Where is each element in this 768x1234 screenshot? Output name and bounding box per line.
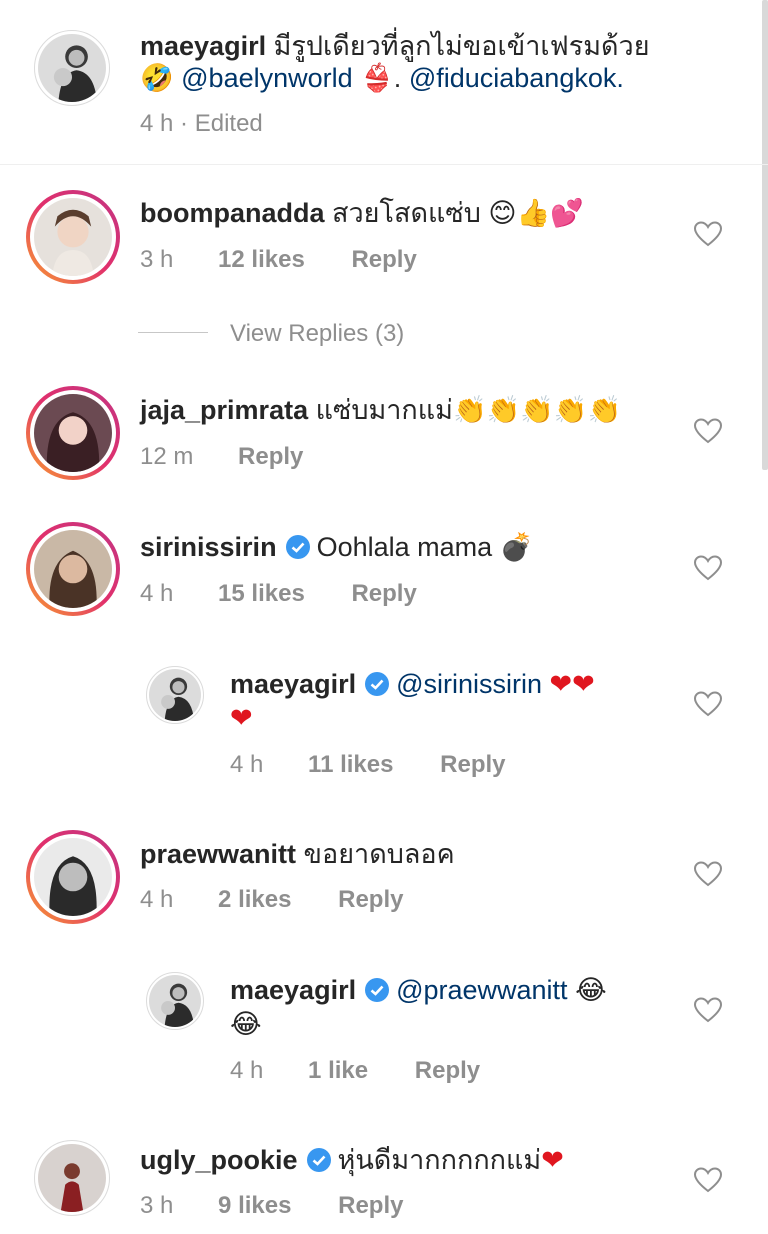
comment-time: 3 h — [140, 1192, 174, 1219]
comment-text: แซ่บมากแม่ — [315, 395, 453, 425]
mention-sirinissirin[interactable]: @sirinissirin — [396, 669, 542, 699]
avatar[interactable] — [34, 1140, 110, 1216]
comment-meta: 4 h 2 likes Reply — [140, 886, 403, 914]
mention-baelynworld[interactable]: @baelynworld — [181, 63, 353, 93]
avatar[interactable] — [146, 666, 204, 724]
comment-text-line: praewwanitt ขอยาดบลอค — [140, 836, 455, 872]
comment-text: หุ่นดีมากกกกกแม่ — [337, 1145, 542, 1175]
rofl-emoji: 🤣 — [140, 63, 174, 94]
heart-icon[interactable] — [693, 220, 723, 248]
comment-text: สวยโสดแซ่บ — [332, 198, 481, 228]
verified-badge-icon — [306, 1148, 331, 1172]
comment-username[interactable]: boompanadda — [140, 198, 325, 228]
heart-icon[interactable] — [693, 690, 723, 718]
comment-time: 3 h — [140, 246, 174, 273]
reply-text-line-2: 😂 — [230, 1006, 262, 1043]
verified-badge-icon — [285, 535, 310, 559]
comment-username[interactable]: maeyagirl — [230, 669, 356, 699]
avatar[interactable] — [26, 522, 120, 616]
reply-button[interactable]: Reply — [338, 886, 403, 913]
reply-button[interactable]: Reply — [351, 246, 416, 273]
reply-text-line: maeyagirl @praewwanitt 😂 — [230, 972, 607, 1009]
reply-button[interactable]: Reply — [238, 443, 303, 470]
caption-line-1: maeyagirl มีรูปเดียวที่ลูกไม่ขอเข้าเฟรมด… — [140, 28, 650, 64]
reply-button[interactable]: Reply — [351, 580, 416, 607]
heart-icon[interactable] — [693, 860, 723, 888]
comment-text-line: boompanadda สวยโสดแซ่บ 😊👍💕 — [140, 195, 584, 232]
caption-edited: Edited — [194, 110, 263, 137]
comment-meta: 4 h 11 likes Reply — [230, 751, 506, 779]
comment-meta: 12 m Reply — [140, 443, 303, 471]
comment-username[interactable]: jaja_primrata — [140, 395, 308, 425]
comment-meta: 4 h 1 like Reply — [230, 1057, 480, 1085]
likes-count[interactable]: 1 like — [308, 1057, 368, 1084]
comment-text: ขอยาดบลอค — [303, 839, 455, 869]
likes-count[interactable]: 12 likes — [218, 246, 305, 273]
reply-text-line-2: ❤ — [230, 700, 253, 737]
avatar[interactable] — [34, 30, 110, 106]
clap-emoji: 👏👏👏👏👏 — [452, 395, 622, 426]
laugh-emoji: 😂 — [575, 975, 607, 1006]
red-heart-emoji: ❤ — [230, 703, 253, 734]
avatar[interactable] — [26, 386, 120, 480]
heart-icon[interactable] — [693, 996, 723, 1024]
likes-count[interactable]: 11 likes — [308, 751, 393, 778]
likes-count[interactable]: 15 likes — [218, 580, 305, 607]
comment-text: Oohlala mama — [316, 532, 493, 562]
caption-text: มีรูปเดียวที่ลูกไม่ขอเข้าเฟรมด้วย — [273, 31, 650, 61]
likes-count[interactable]: 9 likes — [218, 1192, 291, 1219]
view-replies-button[interactable]: View Replies (3) — [230, 320, 404, 348]
heart-icon[interactable] — [693, 1166, 723, 1194]
caption-username[interactable]: maeyagirl — [140, 31, 266, 61]
caption-dot: · — [180, 110, 189, 137]
scrollbar[interactable] — [762, 0, 768, 470]
comment-meta: 3 h 12 likes Reply — [140, 246, 417, 274]
comment-time: 4 h — [230, 1057, 264, 1084]
bikini-emoji: 👙 — [360, 63, 394, 94]
view-replies-line — [138, 332, 208, 333]
red-heart-emoji: ❤❤ — [549, 669, 595, 700]
verified-badge-icon — [365, 672, 390, 696]
reply-button[interactable]: Reply — [440, 751, 505, 778]
verified-badge-icon — [365, 978, 390, 1002]
avatar[interactable] — [146, 972, 204, 1030]
caption-meta: 4 h · Edited — [140, 110, 263, 138]
caption-time: 4 h — [140, 110, 174, 137]
red-heart-emoji: ❤ — [541, 1145, 564, 1176]
mention-praewwanitt[interactable]: @praewwanitt — [396, 975, 567, 1005]
comment-username[interactable]: maeyagirl — [230, 975, 356, 1005]
reply-text-line: maeyagirl @sirinissirin ❤❤ — [230, 666, 595, 703]
comment-time: 4 h — [230, 751, 264, 778]
comment-text-line: jaja_primrata แซ่บมากแม่👏👏👏👏👏 — [140, 392, 621, 429]
likes-count[interactable]: 2 likes — [218, 886, 291, 913]
comment-text-line: sirinissirin Oohlala mama 💣 — [140, 529, 533, 566]
laugh-emoji: 😂 — [230, 1009, 262, 1040]
comment-time: 4 h — [140, 580, 174, 607]
comment-text-line: ugly_pookie หุ่นดีมากกกกกแม่❤ — [140, 1142, 564, 1179]
bomb-emoji: 💣 — [499, 532, 534, 563]
comment-username[interactable]: sirinissirin — [140, 532, 277, 562]
comment-time: 12 m — [140, 443, 194, 470]
caption-line-2: 🤣 @baelynworld 👙. @fiduciabangkok. — [140, 60, 624, 97]
comment-meta: 3 h 9 likes Reply — [140, 1192, 403, 1220]
comment-time: 4 h — [140, 886, 174, 913]
heart-icon[interactable] — [693, 554, 723, 582]
mention-fiduciabangkok[interactable]: @fiduciabangkok. — [409, 63, 624, 93]
avatar[interactable] — [26, 830, 120, 924]
avatar[interactable] — [26, 190, 120, 284]
heart-icon[interactable] — [693, 417, 723, 445]
reply-button[interactable]: Reply — [338, 1192, 403, 1219]
caption-separator: . — [393, 63, 402, 93]
comment-username[interactable]: praewwanitt — [140, 839, 296, 869]
comment-username[interactable]: ugly_pookie — [140, 1145, 298, 1175]
comment-meta: 4 h 15 likes Reply — [140, 580, 417, 608]
comment-emoji: 😊👍💕 — [488, 198, 584, 229]
reply-button[interactable]: Reply — [415, 1057, 480, 1084]
divider — [0, 164, 768, 165]
